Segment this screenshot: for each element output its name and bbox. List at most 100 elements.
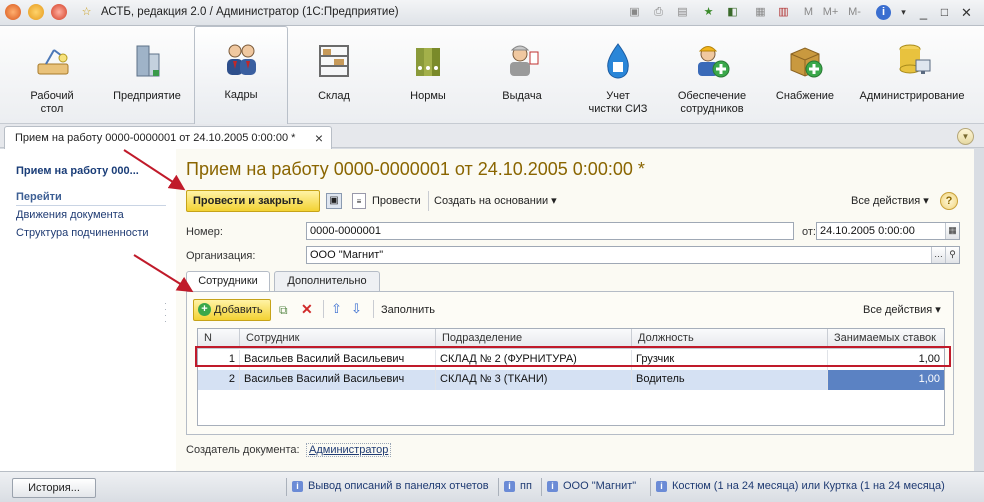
open-windows-bar: Прием на работу 0000-0000001 от 24.10.20… — [0, 124, 984, 150]
section-enterprise[interactable]: Предприятие — [104, 28, 190, 122]
cell-rate[interactable]: 1,00 — [828, 350, 944, 370]
status-item-pp[interactable]: i пп — [504, 480, 532, 492]
organization-field[interactable]: ООО "Магнит" … ⚲ — [306, 246, 960, 264]
app-logo-icon[interactable] — [5, 4, 21, 20]
post-and-close-button[interactable]: Провести и закрыть — [186, 190, 320, 212]
section-label: Снабжение — [775, 90, 835, 102]
toolbar-divider — [373, 300, 374, 318]
history-button[interactable]: История... — [12, 478, 96, 498]
cell-n: 2 — [198, 370, 240, 390]
delete-row-icon[interactable]: ✕ — [301, 301, 313, 317]
nav-current-document[interactable]: Прием на работу 000... — [16, 165, 139, 177]
cell-department[interactable]: СКЛАД № 2 (ФУРНИТУРА) — [436, 350, 632, 370]
move-down-icon[interactable]: ⇩ — [351, 301, 362, 317]
maximize-button[interactable]: □ — [936, 4, 953, 21]
section-label: Учет чистки СИЗ — [588, 90, 648, 115]
document-form: Прием на работу 0000-0000001 от 24.10.20… — [176, 149, 974, 471]
minimize-button[interactable]: _ — [915, 4, 932, 21]
add-favorite-icon[interactable]: ★ — [700, 4, 717, 21]
section-procurement[interactable]: Снабжение — [764, 28, 846, 122]
select-ellipsis-button[interactable]: … — [931, 247, 945, 263]
menu-down-icon[interactable] — [28, 4, 44, 20]
nav-link-document-movements[interactable]: Движения документа — [16, 209, 124, 221]
section-administration[interactable]: Администрирование — [854, 28, 970, 122]
panel-splitter[interactable]: · · · · — [164, 299, 170, 330]
status-divider — [498, 478, 499, 496]
cell-rate[interactable]: 1,00 — [828, 370, 944, 390]
column-header-rate[interactable]: Занимаемых ставок — [828, 329, 944, 349]
number-field[interactable]: 0000-0000001 — [306, 222, 794, 240]
move-up-icon[interactable]: ⇧ — [331, 301, 342, 317]
worker-plus-icon — [698, 46, 730, 78]
toolbar-divider — [428, 191, 429, 211]
organization-value: ООО "Магнит" — [310, 249, 384, 261]
section-ppe-cleaning[interactable]: Учет чистки СИЗ — [572, 28, 664, 122]
memory-minus-button[interactable]: M- — [846, 4, 863, 21]
title-bar: ☆ АСТБ, редакция 2.0 / Администратор (1С… — [0, 0, 984, 26]
status-item-report-descriptions[interactable]: i Вывод описаний в панелях отчетов — [292, 480, 489, 492]
section-label: Обеспечение сотрудников — [677, 90, 747, 115]
section-desktop[interactable]: Рабочий стол — [8, 28, 96, 122]
column-header-position[interactable]: Должность — [632, 329, 828, 349]
all-actions-button[interactable]: Все действия ▾ — [851, 193, 929, 209]
cell-position[interactable]: Грузчик — [632, 350, 828, 370]
table-row-selected[interactable]: 2 Васильев Василий Васильевич СКЛАД № 3 … — [198, 370, 944, 390]
tab-hire-document[interactable]: Прием на работу 0000-0000001 от 24.10.20… — [4, 126, 332, 150]
open-search-icon[interactable]: ⚲ — [945, 247, 959, 263]
save-icon[interactable]: ▣ — [626, 4, 643, 21]
nav-link-subordination-structure[interactable]: Структура подчиненности — [16, 227, 149, 239]
tab-additional[interactable]: Дополнительно — [274, 271, 380, 291]
status-item-norm[interactable]: i Костюм (1 на 24 месяца) или Куртка (1 н… — [656, 480, 945, 492]
status-divider — [541, 478, 542, 496]
column-header-employee[interactable]: Сотрудник — [240, 329, 436, 349]
cell-employee[interactable]: Васильев Василий Васильевич — [240, 350, 436, 370]
status-item-organization[interactable]: i ООО "Магнит" — [547, 480, 636, 492]
column-header-n[interactable]: N — [198, 329, 240, 349]
number-label: Номер: — [186, 226, 223, 238]
close-tab-icon[interactable]: × — [315, 130, 323, 146]
section-issue[interactable]: Выдача — [480, 28, 564, 122]
calculator-icon[interactable]: ▦ — [752, 4, 769, 21]
cell-employee[interactable]: Васильев Василий Васильевич — [240, 370, 436, 390]
calendar-icon[interactable]: ▥ — [775, 4, 792, 21]
tab-employees[interactable]: Сотрудники — [186, 271, 270, 292]
print-icon[interactable]: ⎙ — [650, 4, 667, 21]
fill-button[interactable]: Заполнить — [381, 302, 435, 318]
section-norms[interactable]: Нормы — [386, 28, 470, 122]
employees-table[interactable]: N Сотрудник Подразделение Должность Зани… — [197, 328, 945, 426]
table-all-actions-button[interactable]: Все действия ▾ — [863, 302, 941, 318]
date-field[interactable]: 24.10.2005 0:00:00 ▦ — [816, 222, 960, 240]
memory-plus-button[interactable]: M+ — [822, 4, 839, 21]
section-label: Выдача — [502, 90, 542, 102]
save-disk-icon[interactable]: ▣ — [326, 193, 342, 209]
history-back-icon[interactable]: ◧ — [724, 4, 741, 21]
cell-department[interactable]: СКЛАД № 3 (ТКАНИ) — [436, 370, 632, 390]
section-employee-supply[interactable]: Обеспечение сотрудников — [668, 28, 756, 122]
calendar-picker-icon[interactable]: ▦ — [945, 223, 959, 239]
section-personnel[interactable]: Кадры — [194, 26, 288, 124]
tabs-menu-chevron-icon[interactable]: ▼ — [957, 128, 974, 145]
post-button[interactable]: Провести — [372, 193, 421, 209]
table-row[interactable]: 1 Васильев Василий Васильевич СКЛАД № 2 … — [198, 350, 944, 370]
binders-icon — [416, 48, 440, 76]
status-text: Вывод описаний в панелях отчетов — [308, 480, 489, 492]
copy-row-icon[interactable]: ⧉ — [279, 302, 288, 318]
favorite-star-icon[interactable]: ☆ — [78, 4, 95, 21]
author-label: Создатель документа: — [186, 444, 300, 456]
nav-group-divider — [16, 205, 166, 206]
create-based-on-button[interactable]: Создать на основании ▾ — [434, 193, 557, 209]
record-icon[interactable] — [51, 4, 67, 20]
dropdown-arrow-icon[interactable]: ▾ — [895, 4, 912, 21]
close-window-button[interactable]: ✕ — [958, 4, 975, 21]
section-warehouse[interactable]: Склад — [294, 28, 374, 122]
cell-n: 1 — [198, 350, 240, 370]
column-header-department[interactable]: Подразделение — [436, 329, 632, 349]
memory-m-button[interactable]: M — [800, 4, 817, 21]
info-icon: i — [504, 481, 515, 492]
add-row-button[interactable]: + Добавить — [193, 299, 271, 321]
help-icon[interactable]: ? — [940, 192, 958, 210]
author-link[interactable]: Администратор — [306, 443, 392, 457]
preview-icon[interactable]: ▤ — [674, 4, 691, 21]
info-icon[interactable]: i — [876, 5, 891, 20]
cell-position[interactable]: Водитель — [632, 370, 828, 390]
